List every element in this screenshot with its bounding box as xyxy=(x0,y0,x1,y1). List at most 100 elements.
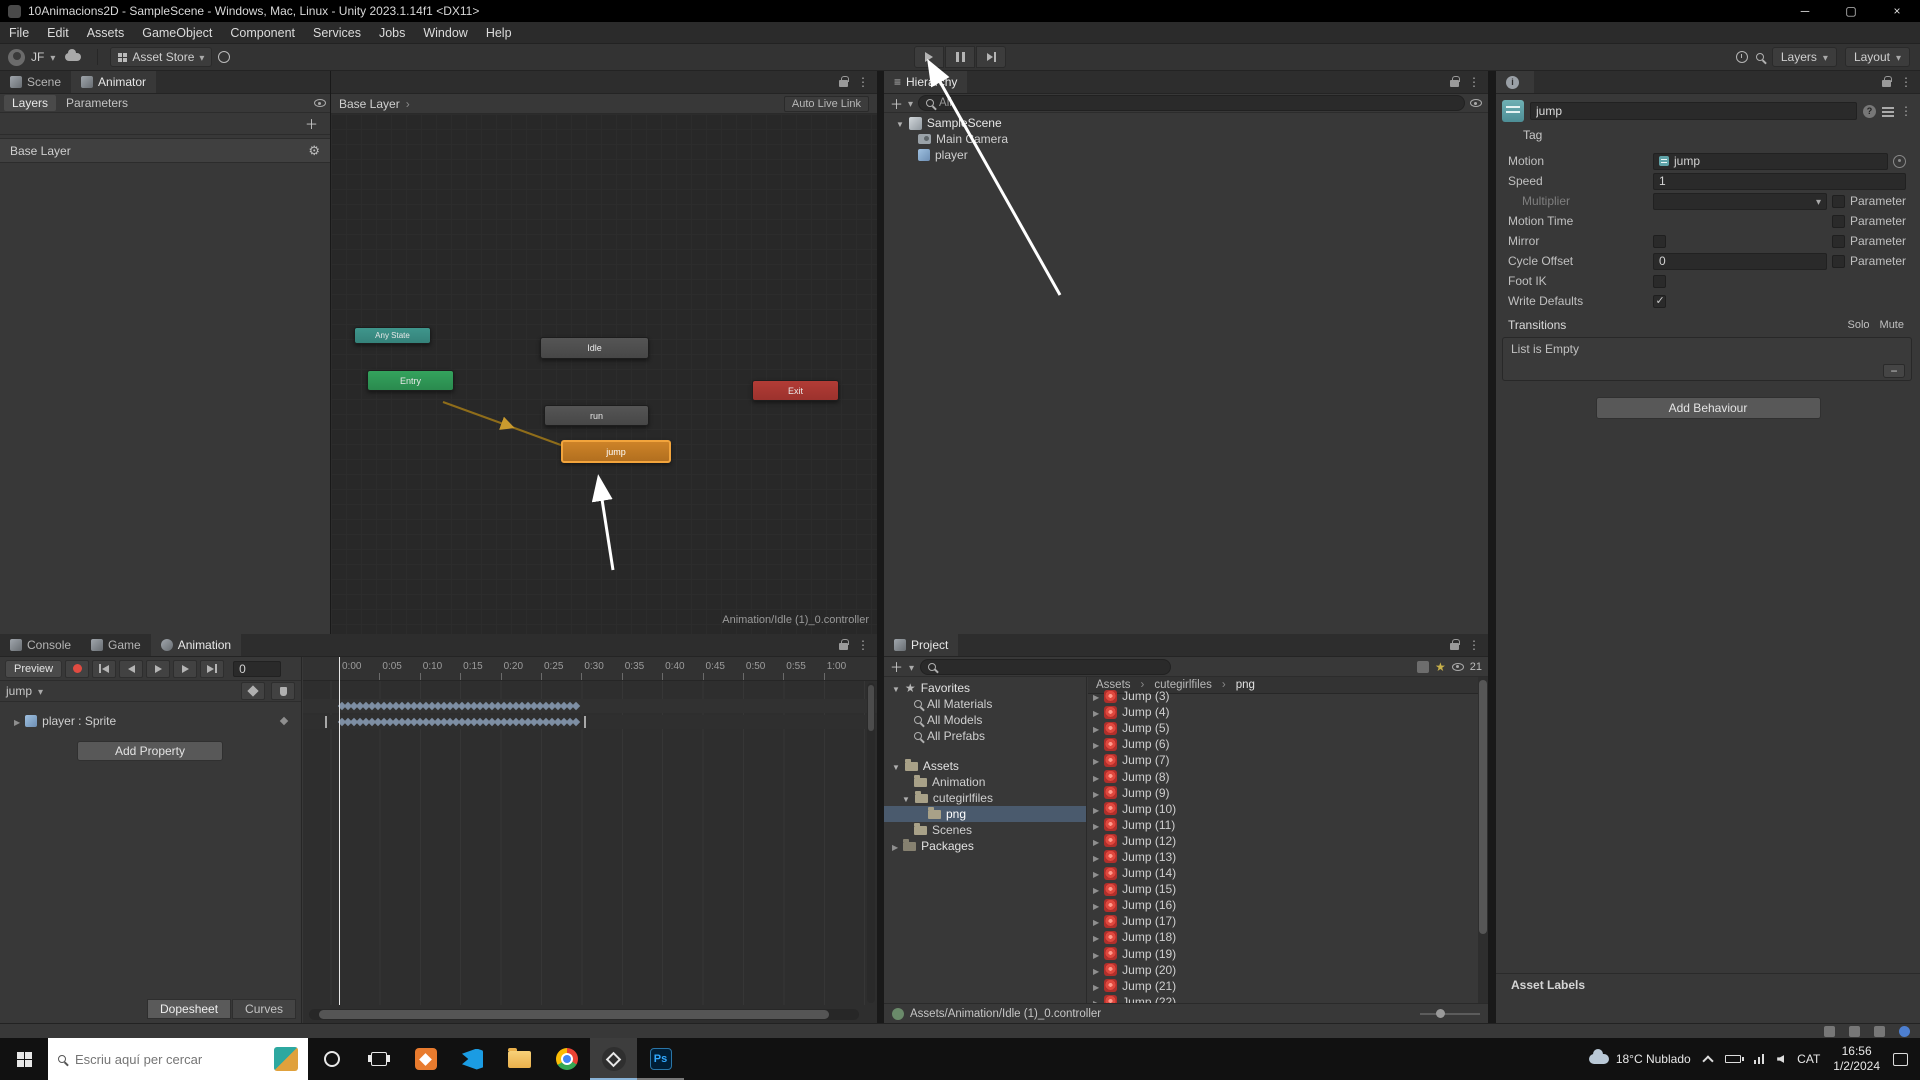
gear-icon[interactable] xyxy=(308,143,320,159)
project-item[interactable]: Jump (21) xyxy=(1088,978,1478,994)
foldout-icon[interactable] xyxy=(1093,770,1099,784)
network-icon[interactable] xyxy=(1754,1054,1765,1064)
vscode-button[interactable] xyxy=(449,1038,496,1080)
state-node-entry[interactable]: Entry xyxy=(367,370,454,391)
foldout-icon[interactable] xyxy=(892,759,900,773)
project-item[interactable]: Jump (18) xyxy=(1088,929,1478,945)
timeline-ruler[interactable]: 0:000:050:100:150:200:250:300:350:400:45… xyxy=(303,657,877,681)
state-node-exit[interactable]: Exit xyxy=(752,380,839,401)
layout-dropdown[interactable]: Layout xyxy=(1845,47,1910,67)
state-node-idle[interactable]: Idle xyxy=(540,337,649,359)
object-picker-icon[interactable] xyxy=(1893,155,1906,168)
mirror-checkbox[interactable] xyxy=(1653,235,1666,248)
kebab-menu-icon[interactable] xyxy=(1900,104,1912,118)
lock-icon[interactable] xyxy=(839,80,848,87)
eye-icon[interactable] xyxy=(314,99,326,107)
foldout-icon[interactable] xyxy=(1093,914,1099,928)
folder-png-selected[interactable]: png xyxy=(884,806,1086,822)
kebab-menu-icon[interactable] xyxy=(1468,75,1480,89)
presets-icon[interactable] xyxy=(1882,106,1894,116)
project-scrollbar[interactable] xyxy=(1478,677,1488,1003)
favorite-star-icon[interactable]: ★ xyxy=(1435,660,1446,674)
motion-time-parameter-checkbox[interactable] xyxy=(1832,215,1845,228)
folder-cutegirlfiles[interactable]: cutegirlfiles xyxy=(884,790,1086,806)
cloud-status-icon[interactable] xyxy=(1824,1026,1835,1037)
menu-item[interactable]: GameObject xyxy=(133,22,221,44)
foldout-icon[interactable] xyxy=(892,839,898,853)
layer-item-base-layer[interactable]: Base Layer xyxy=(0,138,330,163)
scene-visibility-icon[interactable] xyxy=(1470,99,1482,107)
menu-item[interactable]: Jobs xyxy=(370,22,414,44)
foldout-icon[interactable] xyxy=(1093,995,1099,1003)
project-item[interactable]: Jump (6) xyxy=(1088,736,1478,752)
foldout-icon[interactable] xyxy=(1093,753,1099,767)
folder-animation[interactable]: Animation xyxy=(884,774,1086,790)
kebab-menu-icon[interactable] xyxy=(857,75,869,89)
foldout-icon[interactable] xyxy=(1093,834,1099,848)
scrollbar-thumb[interactable] xyxy=(1479,680,1487,934)
keyframe-track-sprite[interactable] xyxy=(303,715,877,729)
add-event-button[interactable] xyxy=(271,682,295,700)
tab-animation[interactable]: Animation xyxy=(151,634,241,656)
mirror-parameter-checkbox[interactable] xyxy=(1832,235,1845,248)
taskbar-search[interactable] xyxy=(48,1038,308,1080)
remove-transition-button[interactable]: − xyxy=(1883,364,1905,378)
vertical-scrollbar[interactable] xyxy=(867,683,875,1003)
breadcrumb[interactable]: Base Layer xyxy=(339,97,400,111)
parameters-subtab[interactable]: Parameters xyxy=(58,95,136,111)
auto-live-link-button[interactable]: Auto Live Link xyxy=(784,96,869,112)
close-button[interactable]: × xyxy=(1874,0,1920,22)
foldout-icon[interactable] xyxy=(1093,963,1099,977)
play-animation-button[interactable] xyxy=(146,660,170,678)
project-item[interactable]: Jump (12) xyxy=(1088,833,1478,849)
cloud-services-icon[interactable] xyxy=(65,53,81,61)
foldout-icon[interactable] xyxy=(1093,721,1099,735)
favorites-item[interactable]: All Prefabs xyxy=(884,728,1086,744)
project-item[interactable]: Jump (8) xyxy=(1088,768,1478,784)
favorites-item[interactable]: All Models xyxy=(884,712,1086,728)
help-icon[interactable] xyxy=(1863,105,1876,118)
project-item[interactable]: Jump (4) xyxy=(1088,704,1478,720)
project-item[interactable]: Jump (20) xyxy=(1088,962,1478,978)
pause-button[interactable] xyxy=(945,46,975,68)
step-button[interactable] xyxy=(976,46,1006,68)
multiplier-parameter-checkbox[interactable] xyxy=(1832,195,1845,208)
keyframe-track-summary[interactable] xyxy=(303,699,877,713)
chrome-button[interactable] xyxy=(543,1038,590,1080)
search-highlight-thumbnail[interactable] xyxy=(274,1047,298,1071)
kebab-menu-icon[interactable] xyxy=(1468,638,1480,652)
tab-scene[interactable]: Scene xyxy=(0,71,71,93)
foldout-icon[interactable] xyxy=(1093,818,1099,832)
record-button[interactable] xyxy=(65,660,89,678)
create-button[interactable] xyxy=(890,94,903,113)
kebab-menu-icon[interactable] xyxy=(857,638,869,652)
add-keyframe-button[interactable] xyxy=(241,682,265,700)
lock-icon[interactable] xyxy=(1450,643,1459,650)
project-item[interactable]: Jump (3) xyxy=(1088,688,1478,704)
menu-item[interactable]: Services xyxy=(304,22,370,44)
add-property-button[interactable]: Add Property xyxy=(77,741,223,761)
layers-dropdown[interactable]: Layers xyxy=(1772,47,1837,67)
assets-root[interactable]: Assets xyxy=(884,758,1086,774)
maximize-button[interactable]: ▢ xyxy=(1828,0,1874,22)
scrollbar-thumb[interactable] xyxy=(319,1010,829,1019)
asset-store-button[interactable]: Asset Store xyxy=(110,47,212,67)
project-item[interactable]: Jump (15) xyxy=(1088,881,1478,897)
tray-expand-icon[interactable] xyxy=(1702,1055,1713,1066)
tab-hierarchy[interactable]: Hierarchy xyxy=(884,71,967,93)
breadcrumb-png[interactable]: png xyxy=(1236,679,1255,691)
battery-icon[interactable] xyxy=(1725,1055,1741,1063)
preview-toggle-button[interactable]: Preview xyxy=(5,660,62,678)
project-item[interactable]: Jump (9) xyxy=(1088,785,1478,801)
project-item[interactable]: Jump (10) xyxy=(1088,801,1478,817)
project-item[interactable]: Jump (7) xyxy=(1088,752,1478,768)
multiplier-dropdown[interactable] xyxy=(1653,193,1827,210)
state-node-any-state[interactable]: Any State xyxy=(354,327,431,344)
start-button[interactable] xyxy=(0,1038,48,1080)
lock-icon[interactable] xyxy=(1882,80,1891,87)
console-status-icon[interactable] xyxy=(1874,1026,1885,1037)
foldout-icon[interactable] xyxy=(1093,882,1099,896)
horizontal-scrollbar[interactable] xyxy=(309,1009,859,1020)
write-defaults-checkbox[interactable] xyxy=(1653,295,1666,308)
foldout-icon[interactable] xyxy=(1093,930,1099,944)
